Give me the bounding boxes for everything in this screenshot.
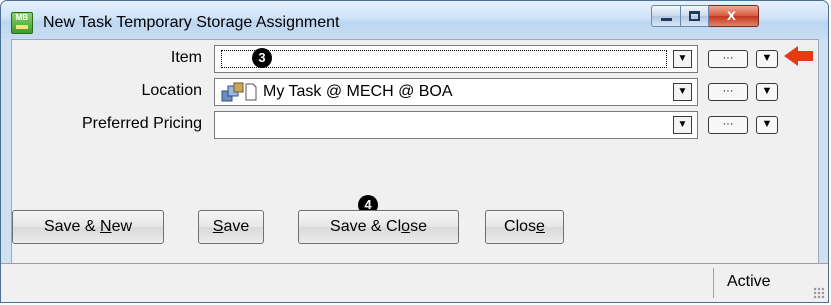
app-icon[interactable]: MB [11,12,33,34]
resize-grip-icon[interactable] [813,287,825,299]
title-bar[interactable]: MB New Task Temporary Storage Assignment… [1,1,828,39]
red-pointer-arrow-tail [797,51,813,61]
close-window-button[interactable]: x [709,5,759,27]
preferred-pricing-label: Preferred Pricing [81,115,202,132]
save-new-text-b: ew [111,218,133,235]
pricing-menu-button[interactable]: ▼ [756,116,778,134]
preferred-pricing-combobox[interactable]: ▼ [214,111,698,139]
status-divider [713,268,714,298]
item-combobox[interactable]: ▼ [214,45,698,73]
item-focus-rect [221,50,667,68]
maximize-button[interactable] [681,5,709,27]
location-label: Location [141,82,203,99]
save-close-text-b: se [410,218,427,235]
location-value: My Task @ MECH @ BOA [263,83,453,100]
close-icon: x [727,7,736,24]
save-new-accel: N [100,218,112,235]
location-combobox[interactable]: My Task @ MECH @ BOA ▼ [214,78,698,106]
save-button[interactable]: Save [198,210,264,244]
save-new-text-a: Save & [43,218,100,235]
status-text: Active [727,273,771,290]
window-title: New Task Temporary Storage Assignment [43,14,340,31]
close-accel: e [536,218,545,235]
minimize-button[interactable] [651,5,681,27]
app-icon-text: MB [15,13,29,22]
item-dropdown-arrow[interactable]: ▼ [673,50,692,68]
dialog-window: MB New Task Temporary Storage Assignment… [0,0,829,303]
save-close-accel: o [401,218,411,235]
red-pointer-arrow-icon [784,46,798,66]
save-and-new-button[interactable]: Save & New [12,210,164,244]
close-text-a: Clos [504,218,537,235]
save-close-text-a: Save & Cl [330,218,402,235]
callout-3: 3 [252,48,272,68]
pricing-lookup-button[interactable]: ··· [708,116,748,134]
app-icon-keyboard [16,25,28,29]
location-icon [221,82,257,102]
save-and-close-button[interactable]: Save & Close [298,210,459,244]
maximize-icon [689,11,700,21]
location-lookup-button[interactable]: ··· [708,83,748,101]
dialog-body: Item ▼ ··· ▼ 3 Location My Task @ MECH @… [11,39,819,301]
item-label: Item [170,49,202,66]
item-menu-button[interactable]: ▼ [756,50,778,68]
location-dropdown-arrow[interactable]: ▼ [673,83,692,101]
item-lookup-button[interactable]: ··· [708,50,748,68]
minimize-icon [661,18,672,21]
save-text-b: ave [223,218,250,235]
save-accel: S [212,218,224,235]
pricing-dropdown-arrow[interactable]: ▼ [673,116,692,134]
status-bar: Active [1,263,828,302]
close-button[interactable]: Close [485,210,564,244]
location-menu-button[interactable]: ▼ [756,83,778,101]
